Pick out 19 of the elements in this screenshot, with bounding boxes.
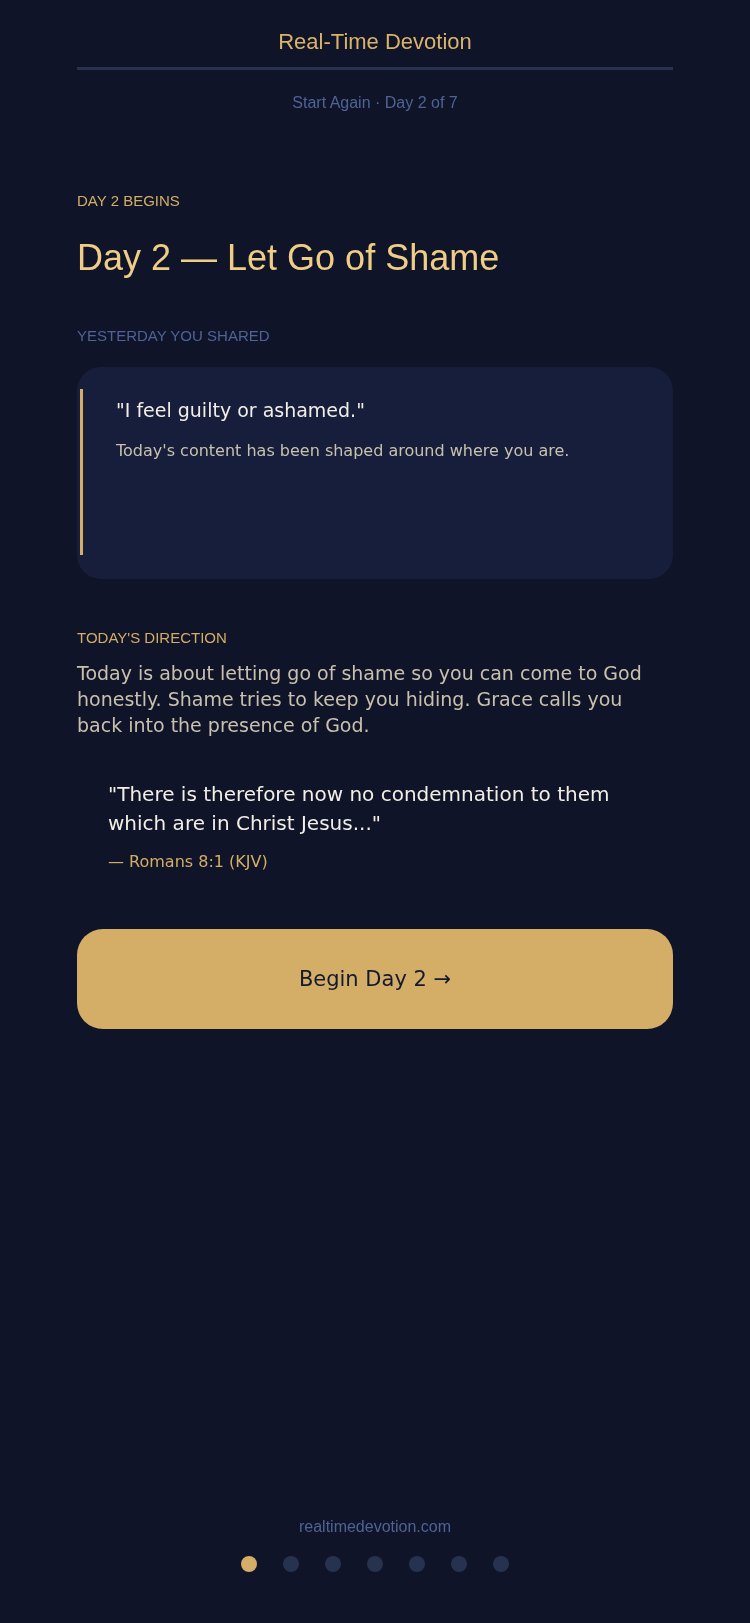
app-title: Real-Time Devotion [77,0,673,70]
page-dot[interactable] [241,1556,257,1572]
progress-subtitle: Start Again · Day 2 of 7 [292,94,458,112]
scripture-reference: — Romans 8:1 (KJV) [108,852,268,871]
scripture-quote: "There is therefore now no condemnation to them which are in Christ Jesus..." [108,781,611,837]
page-dot[interactable] [325,1556,341,1572]
day-heading: Day 2 — Let Go of Shame [77,237,500,279]
page-dot[interactable] [409,1556,425,1572]
section-label: DAY 2 BEGINS [77,192,180,209]
shared-note: Today's content has been shaped around where you are. [116,441,570,460]
page-dot[interactable] [367,1556,383,1572]
direction-text: Today is about letting go of shame so you can come to God honestly. Shame tries to keep you hiding. Grace calls you back into the presence of God. [77,661,643,738]
shared-quote: "I feel guilty or ashamed." [116,399,366,421]
page-dot[interactable] [283,1556,299,1572]
section-label: TODAY'S DIRECTION [77,629,227,646]
page-dot[interactable] [451,1556,467,1572]
begin-button[interactable]: Begin Day 2 → [77,929,673,1029]
page-dot[interactable] [493,1556,509,1572]
section-label: YESTERDAY YOU SHARED [77,327,270,344]
